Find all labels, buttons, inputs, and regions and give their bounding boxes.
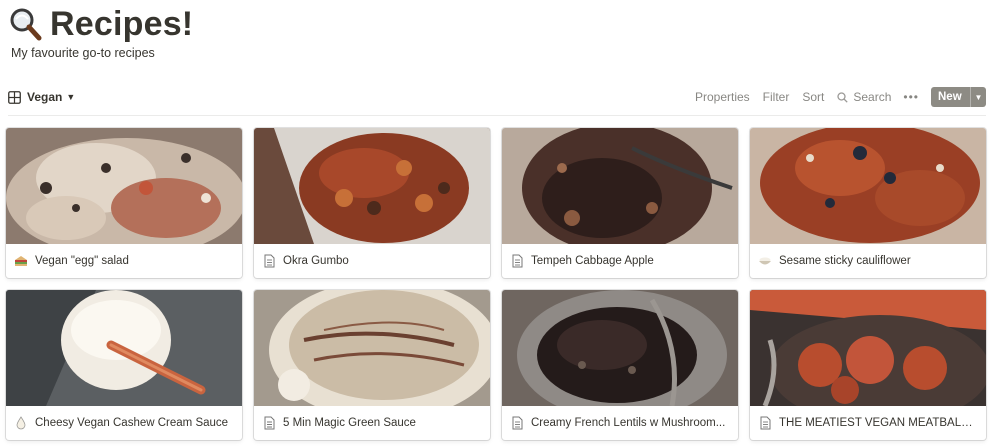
card-title: Vegan "egg" salad [35, 255, 129, 267]
page-icon [512, 416, 523, 430]
toolbar-divider [8, 115, 986, 116]
gallery-view-icon [8, 90, 21, 104]
gallery-card[interactable]: Okra Gumbo [254, 128, 490, 278]
gallery-card[interactable]: Tempeh Cabbage Apple [502, 128, 738, 278]
page-icon [512, 254, 523, 268]
card-title-row: THE MEATIEST VEGAN MEATBALLS ... [750, 406, 986, 440]
card-title: Sesame sticky cauliflower [779, 255, 911, 267]
chevron-down-icon: ▼ [66, 92, 76, 102]
chevron-down-icon[interactable]: ▼ [970, 87, 986, 107]
droplet-icon [16, 416, 26, 430]
gallery-card[interactable]: 5 Min Magic Green Sauce [254, 290, 490, 440]
card-title-row: Okra Gumbo [254, 244, 490, 278]
card-title: 5 Min Magic Green Sauce [283, 417, 416, 429]
card-cover-image [6, 128, 242, 244]
page-title: Recipes! [50, 4, 194, 43]
card-cover-image [750, 128, 986, 244]
gallery-card[interactable]: Sesame sticky cauliflower [750, 128, 986, 278]
page-icon [264, 416, 275, 430]
card-title: THE MEATIEST VEGAN MEATBALLS ... [779, 417, 978, 429]
card-cover-image [750, 290, 986, 406]
page-icon [264, 254, 275, 268]
card-title: Cheesy Vegan Cashew Cream Sauce [35, 417, 229, 429]
search-label: Search [853, 90, 892, 104]
rice-bowl-icon [759, 257, 771, 265]
filter-button[interactable]: Filter [763, 90, 790, 104]
properties-button[interactable]: Properties [695, 90, 750, 104]
gallery-grid: Vegan "egg" salad Okra Gumbo Tempeh Cabb… [6, 128, 991, 440]
page-icon [760, 416, 771, 430]
view-label: Vegan [27, 90, 63, 104]
card-cover-image [254, 290, 490, 406]
sort-button[interactable]: Sort [802, 90, 824, 104]
card-cover-image [6, 290, 242, 406]
gallery-card[interactable]: Creamy French Lentils w Mushroom... [502, 290, 738, 440]
page-header: Recipes! [8, 2, 193, 46]
card-cover-image [254, 128, 490, 244]
new-button-label: New [938, 91, 962, 103]
search-icon [837, 91, 849, 103]
card-cover-image [502, 290, 738, 406]
new-button[interactable]: New ▼ [931, 87, 986, 107]
database-toolbar: Vegan ▼ Properties Filter Sort Search ••… [8, 86, 986, 108]
gallery-card[interactable]: Cheesy Vegan Cashew Cream Sauce [6, 290, 242, 440]
card-title: Okra Gumbo [283, 255, 349, 267]
gallery-card[interactable]: THE MEATIEST VEGAN MEATBALLS ... [750, 290, 986, 440]
card-title-row: Vegan "egg" salad [6, 244, 242, 278]
page-subtitle: My favourite go-to recipes [11, 46, 155, 60]
search-button[interactable]: Search [837, 90, 891, 104]
card-title-row: Cheesy Vegan Cashew Cream Sauce [6, 406, 242, 440]
card-title: Creamy French Lentils w Mushroom... [531, 417, 726, 429]
card-title: Tempeh Cabbage Apple [531, 255, 654, 267]
card-title-row: Sesame sticky cauliflower [750, 244, 986, 278]
card-title-row: Creamy French Lentils w Mushroom... [502, 406, 738, 440]
magnifying-glass-icon [10, 8, 42, 41]
card-title-row: Tempeh Cabbage Apple [502, 244, 738, 278]
card-title-row: 5 Min Magic Green Sauce [254, 406, 490, 440]
card-cover-image [502, 128, 738, 244]
more-options-button[interactable]: ••• [903, 90, 919, 104]
sandwich-icon [15, 256, 27, 266]
view-selector[interactable]: Vegan ▼ [8, 90, 75, 104]
gallery-card[interactable]: Vegan "egg" salad [6, 128, 242, 278]
